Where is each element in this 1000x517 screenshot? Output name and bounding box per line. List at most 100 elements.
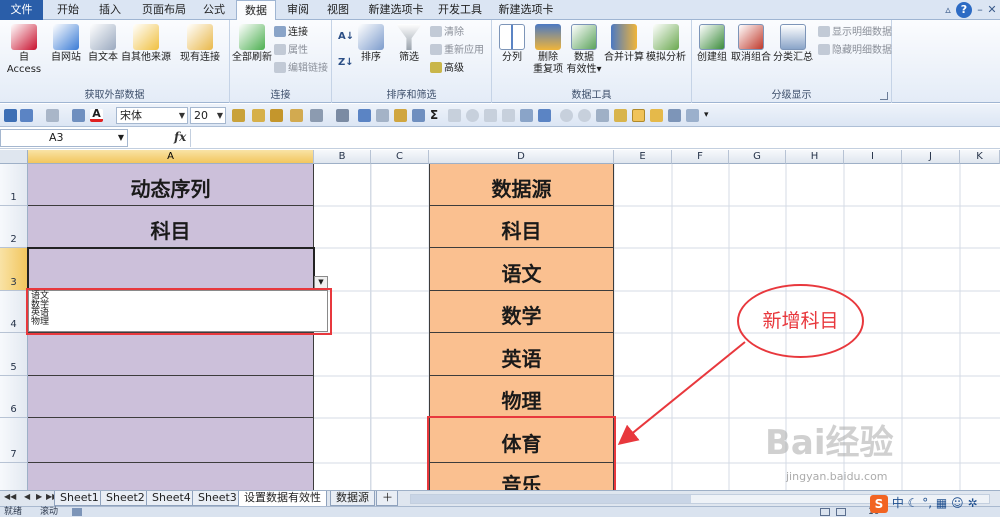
clipboard-icon[interactable]	[290, 109, 303, 122]
font-size-combo[interactable]: 20 ▼	[190, 107, 226, 124]
existing-connections-button[interactable]: 现有连接	[176, 24, 224, 64]
sort-za-icon[interactable]: Z↓	[338, 56, 354, 70]
border-icon[interactable]	[72, 109, 85, 122]
tab-file[interactable]: 文件	[0, 0, 43, 20]
ime-user-icon[interactable]: ☺	[951, 496, 964, 510]
sogou-ime-icon[interactable]: S	[870, 494, 888, 513]
sort-az-icon[interactable]: A↓	[338, 30, 354, 44]
format-painter-icon[interactable]	[310, 109, 323, 122]
data-validation-button[interactable]: 数据 有效性▾	[566, 24, 602, 76]
subtotal-button[interactable]: 分类汇总	[772, 24, 814, 64]
hide-detail-button[interactable]: 隐藏明细数据	[818, 44, 892, 58]
from-access-button[interactable]: 自 Access	[2, 24, 46, 76]
next-sheet-icon[interactable]: ▶	[36, 492, 42, 501]
align-center-icon[interactable]	[632, 109, 645, 122]
cut-icon[interactable]	[270, 109, 283, 122]
sheet-tab-sheet1[interactable]: Sheet1	[54, 491, 105, 506]
ime-moon-icon[interactable]: ☾	[908, 496, 919, 510]
record-icon[interactable]	[560, 109, 573, 122]
refresh-all-button[interactable]: 全部刷新	[232, 24, 272, 64]
reapply-button[interactable]: 重新应用	[430, 44, 484, 58]
from-web-button[interactable]: 自网站	[48, 24, 84, 64]
tab-developer[interactable]: 开发工具	[432, 0, 488, 20]
advanced-filter-button[interactable]: 高级	[430, 62, 464, 76]
minimize-ribbon-icon[interactable]: ▵	[940, 2, 956, 18]
image-icon[interactable]	[668, 109, 681, 122]
redo-icon[interactable]	[46, 109, 59, 122]
ime-language[interactable]: 中	[892, 496, 904, 510]
sheet-tab-sheet3[interactable]: Sheet3	[192, 491, 243, 506]
function-icon[interactable]: fx	[174, 130, 186, 144]
open-folder-icon[interactable]	[394, 109, 407, 122]
macro-record-icon[interactable]	[72, 508, 82, 516]
print-preview-icon[interactable]	[376, 109, 389, 122]
tab-data[interactable]: 数据	[236, 0, 276, 21]
ime-settings-icon[interactable]: ✲	[967, 496, 977, 510]
spreadsheet-grid[interactable]: A B C D E F G H I J K 1 2 3 4 5 6 7 动态序列…	[0, 150, 1000, 490]
stop-icon[interactable]	[578, 109, 591, 122]
page-layout-view-icon[interactable]	[836, 508, 846, 516]
font-color-icon[interactable]: A	[90, 108, 103, 122]
show-detail-button[interactable]: 显示明细数据	[818, 26, 892, 40]
group-button[interactable]: 创建组	[694, 24, 730, 64]
sort-asc-icon[interactable]	[358, 109, 371, 122]
properties-button[interactable]: 属性	[274, 44, 308, 58]
paste-icon[interactable]	[232, 109, 245, 122]
filter-button[interactable]: 筛选	[394, 24, 424, 64]
what-if-analysis-button[interactable]: 模拟分析	[644, 24, 688, 64]
ime-toolbar[interactable]: S 中 ☾ °, ▦ ☺ ✲	[870, 494, 978, 514]
name-box[interactable]: A3 ▼	[0, 129, 128, 147]
grid-icon[interactable]	[448, 109, 461, 122]
sheet-tab-sheet2[interactable]: Sheet2	[100, 491, 151, 506]
clear-filter-button[interactable]: 清除	[430, 26, 464, 40]
from-other-sources-button[interactable]: 自其他来源	[120, 24, 172, 64]
table-icon[interactable]	[412, 109, 425, 122]
connections-button[interactable]: 连接	[274, 26, 308, 40]
zoom-icon[interactable]	[596, 109, 609, 122]
shape-icon[interactable]	[484, 109, 497, 122]
chart-icon[interactable]	[336, 109, 349, 122]
scrollbar-thumb[interactable]	[411, 495, 691, 503]
sheet-tab-validation[interactable]: 设置数据有效性	[238, 491, 327, 507]
undo-icon[interactable]	[20, 109, 33, 122]
text-to-columns-button[interactable]: 分列	[496, 24, 528, 64]
formula-input[interactable]	[190, 129, 1000, 147]
camera-icon[interactable]	[686, 109, 699, 122]
new-sheet-icon[interactable]: ＋	[376, 491, 398, 506]
consolidate-button[interactable]: 合并计算	[604, 24, 644, 64]
ungroup-button[interactable]: 取消组合	[730, 24, 772, 64]
copy-icon[interactable]	[252, 109, 265, 122]
tab-page-layout[interactable]: 页面布局	[136, 0, 192, 20]
edit-links-button[interactable]: 编辑链接	[274, 62, 328, 76]
remove-duplicates-button[interactable]: 删除 重复项	[530, 24, 566, 76]
normal-view-icon[interactable]	[820, 508, 830, 516]
align-justify-icon[interactable]	[650, 109, 663, 122]
save-icon[interactable]	[4, 109, 17, 122]
tab-new-1[interactable]: 新建选项卡	[362, 0, 430, 20]
tab-new-2[interactable]: 新建选项卡	[492, 0, 560, 20]
sheet-tab-datasource[interactable]: 数据源	[330, 491, 375, 506]
circle-icon[interactable]	[466, 109, 479, 122]
ime-punct-icon[interactable]: °,	[922, 496, 932, 510]
sort-button[interactable]: 排序	[356, 24, 386, 64]
dialog-launcher-icon[interactable]	[880, 92, 888, 100]
tab-review[interactable]: 审阅	[280, 0, 316, 20]
from-text-button[interactable]: 自文本	[86, 24, 120, 64]
first-sheet-icon[interactable]: ◀◀	[4, 492, 16, 501]
form-icon[interactable]	[502, 109, 515, 122]
prev-sheet-icon[interactable]: ◀	[24, 492, 30, 501]
tab-formulas[interactable]: 公式	[194, 0, 234, 20]
sheet-tab-sheet4[interactable]: Sheet4	[146, 491, 197, 506]
help-icon[interactable]: ?	[956, 2, 972, 18]
window-icon[interactable]	[520, 109, 533, 122]
tab-home[interactable]: 开始	[48, 0, 88, 20]
ime-keyboard-icon[interactable]: ▦	[936, 496, 947, 510]
window-close-icon[interactable]: ✕	[984, 2, 1000, 18]
highlight-icon[interactable]	[614, 109, 627, 122]
font-name-combo[interactable]: 宋体 ▼	[116, 107, 188, 124]
customize-toolbar-icon[interactable]: ▾	[704, 109, 717, 122]
tab-view[interactable]: 视图	[320, 0, 356, 20]
tab-insert[interactable]: 插入	[90, 0, 130, 20]
move-icon[interactable]	[538, 109, 551, 122]
sum-icon[interactable]: Σ	[430, 109, 443, 122]
